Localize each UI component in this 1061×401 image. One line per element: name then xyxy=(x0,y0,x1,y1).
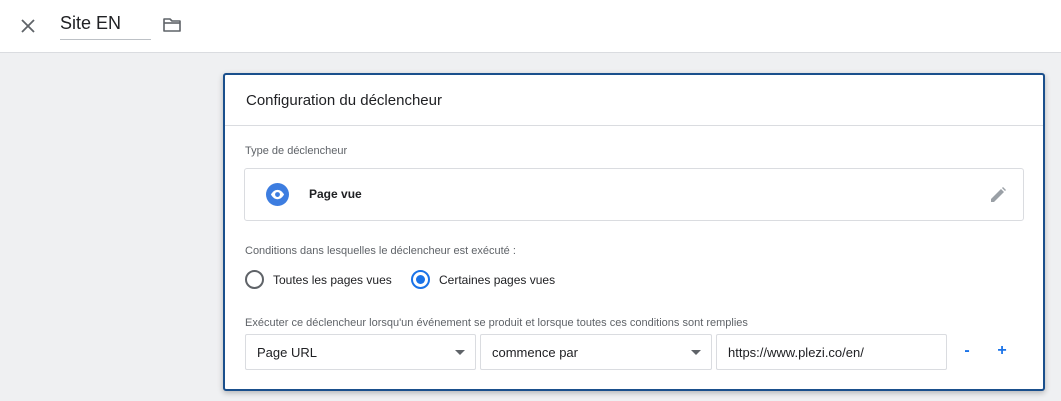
trigger-type-selector[interactable]: Page vue xyxy=(244,168,1024,221)
operator-select[interactable]: commence par xyxy=(480,334,712,370)
variable-select[interactable]: Page URL xyxy=(245,334,476,370)
folder-icon xyxy=(163,18,181,32)
radio-button-selected[interactable] xyxy=(411,270,430,289)
card-title: Configuration du déclencheur xyxy=(225,75,1043,126)
eye-icon xyxy=(266,183,289,206)
operator-select-value: commence par xyxy=(492,345,578,360)
dropdown-arrow-icon xyxy=(455,350,465,355)
dropdown-arrow-icon xyxy=(691,350,701,355)
trigger-configuration-card: Configuration du déclencheur Type de déc… xyxy=(223,73,1045,391)
pencil-icon xyxy=(991,187,1006,202)
filter-value-input[interactable] xyxy=(716,334,947,370)
filter-label: Exécuter ce déclencheur lorsqu'un événem… xyxy=(245,317,748,329)
variable-select-value: Page URL xyxy=(257,345,317,360)
radio-some-pages[interactable]: Certaines pages vues xyxy=(411,270,555,289)
close-icon xyxy=(21,19,35,33)
trigger-type-name: Page vue xyxy=(309,187,362,201)
radio-label: Certaines pages vues xyxy=(439,272,556,287)
folder-button[interactable] xyxy=(160,13,184,37)
conditions-label: Conditions dans lesquelles le déclencheu… xyxy=(245,245,516,257)
trigger-name-input[interactable] xyxy=(60,12,151,40)
edit-trigger-type-button[interactable] xyxy=(987,184,1009,206)
close-button[interactable] xyxy=(16,14,40,38)
remove-condition-button[interactable]: - xyxy=(956,340,978,362)
radio-all-pages[interactable]: Toutes les pages vues xyxy=(245,270,392,289)
radio-label: Toutes les pages vues xyxy=(273,272,392,287)
add-condition-button[interactable]: + xyxy=(991,340,1013,362)
top-bar xyxy=(0,0,1061,53)
radio-button[interactable] xyxy=(245,270,264,289)
trigger-type-label: Type de déclencheur xyxy=(245,145,348,157)
